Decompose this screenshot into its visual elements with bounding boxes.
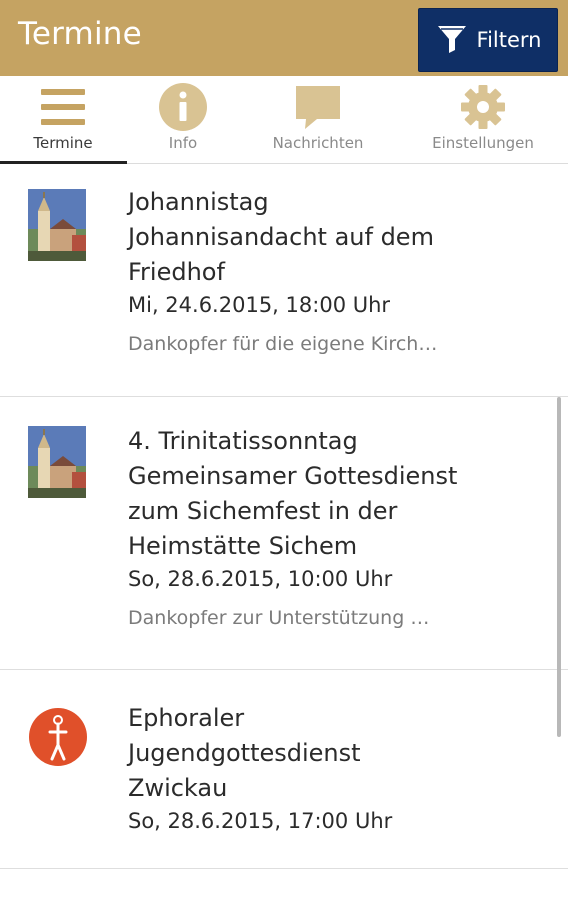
page-title: Termine xyxy=(18,16,142,52)
event-title: Johannistag Johannisandacht auf dem Frie… xyxy=(128,185,548,290)
gear-icon xyxy=(459,82,507,132)
chat-bubble-icon xyxy=(293,82,343,132)
event-title-line: Johannisandacht auf dem xyxy=(128,223,434,251)
scrollbar[interactable] xyxy=(557,397,561,737)
tab-termine[interactable]: Termine xyxy=(0,76,127,164)
event-text: Ephoraler Jugendgottesdienst Zwickau So,… xyxy=(128,701,548,836)
filter-button[interactable]: Filtern xyxy=(418,8,558,72)
church-tower-photo xyxy=(28,426,86,502)
app-bar: Termine Filtern xyxy=(0,0,568,76)
event-title-line: Ephoraler xyxy=(128,704,245,732)
event-title: 4. Trinitatissonntag Gemeinsamer Gottesd… xyxy=(128,424,548,564)
event-title-line: zum Sichemfest in der xyxy=(128,497,398,525)
tab-info-label: Info xyxy=(168,134,198,152)
event-text: Johannistag Johannisandacht auf dem Frie… xyxy=(128,185,548,358)
tab-nachrichten[interactable]: Nachrichten xyxy=(255,76,381,164)
tab-einstellungen[interactable]: Einstellungen xyxy=(420,76,546,164)
event-title-line: Gemeinsamer Gottesdienst xyxy=(128,462,458,490)
tab-bar: Termine Info Nachrichten Einstellungen xyxy=(0,76,568,164)
tab-info[interactable]: Info xyxy=(120,76,246,164)
tab-nachrichten-label: Nachrichten xyxy=(272,134,364,152)
event-date: So, 28.6.2015, 17:00 Uhr xyxy=(128,809,393,833)
event-description: Dankopfer zur Unterstützung … xyxy=(128,607,430,629)
tab-termine-label: Termine xyxy=(33,134,93,152)
event-title-line: Johannistag xyxy=(128,188,269,216)
event-description: Dankopfer für die eigene Kirch… xyxy=(128,333,438,355)
funnel-icon xyxy=(435,21,469,60)
tab-einstellungen-label: Einstellungen xyxy=(432,134,534,152)
event-title-line: 4. Trinitatissonntag xyxy=(128,427,358,455)
event-date: So, 28.6.2015, 10:00 Uhr xyxy=(128,567,393,591)
event-title-line: Friedhof xyxy=(128,258,225,286)
event-text: 4. Trinitatissonntag Gemeinsamer Gottesd… xyxy=(128,424,548,632)
list-item[interactable]: 4. Trinitatissonntag Gemeinsamer Gottesd… xyxy=(0,398,568,670)
event-title-line: Jugendgottesdienst xyxy=(128,739,361,767)
event-title-line: Zwickau xyxy=(128,774,228,802)
filter-button-label: Filtern xyxy=(476,28,542,52)
info-icon xyxy=(158,82,208,132)
event-title-line: Heimstätte Sichem xyxy=(128,532,358,560)
youth-logo xyxy=(28,707,88,771)
list-icon xyxy=(40,82,86,132)
church-tower-photo xyxy=(28,189,86,265)
list-item[interactable]: Johannistag Johannisandacht auf dem Frie… xyxy=(0,165,568,397)
list-item[interactable]: Ephoraler Jugendgottesdienst Zwickau So,… xyxy=(0,671,568,869)
event-date: Mi, 24.6.2015, 18:00 Uhr xyxy=(128,293,391,317)
event-title: Ephoraler Jugendgottesdienst Zwickau xyxy=(128,701,548,806)
